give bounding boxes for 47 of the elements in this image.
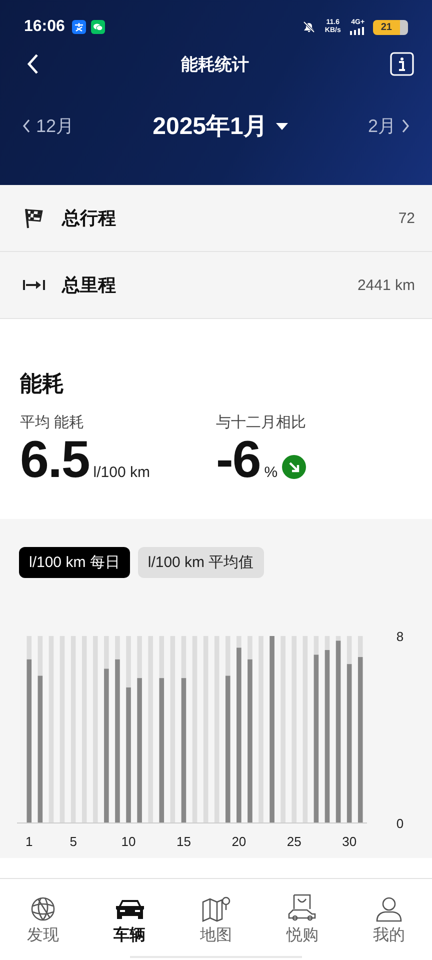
section-title: 能耗 (20, 370, 65, 398)
chevron-right-icon (400, 119, 410, 133)
average-unit: l/100 km (93, 464, 150, 481)
info-icon[interactable] (390, 52, 414, 76)
compare-value: -6 (216, 432, 260, 488)
back-icon[interactable] (26, 53, 40, 75)
app-icon (72, 20, 86, 34)
x-tick-label: 10 (121, 834, 136, 849)
nav-tab[interactable]: 发现 (8, 888, 78, 946)
previous-month-button[interactable]: 12月 (22, 114, 74, 138)
chevron-left-icon (22, 119, 31, 133)
x-tick-label: 15 (176, 834, 191, 849)
average-label: 平均 能耗 (20, 413, 86, 432)
person-icon (374, 894, 404, 922)
compare-label: 与十二月相比 (216, 413, 307, 432)
y-tick-label: 0 (396, 816, 404, 831)
summary-label: 总行程 (62, 207, 116, 230)
caret-down-icon (275, 121, 290, 131)
summary-label: 总里程 (62, 274, 116, 297)
nav-tab[interactable]: 我的 (354, 888, 424, 946)
next-month-button[interactable]: 2月 (368, 114, 410, 138)
summary-value: 72 (398, 210, 415, 226)
compare-unit: % (264, 464, 278, 481)
chat-app-icon (90, 20, 105, 34)
checkered-flag-icon (22, 206, 46, 230)
x-tick-label: 1 (26, 834, 33, 849)
nav-tab[interactable]: 悦购 (267, 888, 338, 946)
x-tick-label: 25 (286, 834, 302, 849)
chart-tab[interactable]: l/100 km 平均值 (138, 547, 264, 578)
page-title: 能耗统计 (180, 54, 250, 76)
mute-icon (302, 20, 316, 34)
x-tick-label: 5 (70, 834, 77, 849)
x-tick-label: 20 (232, 834, 246, 849)
signal-icon (350, 27, 366, 35)
globe-icon (29, 894, 58, 922)
summary-value: 2441 km (357, 276, 415, 294)
y-tick-label: 8 (396, 629, 404, 644)
nav-tab[interactable]: 地图 (180, 888, 251, 946)
battery-level: 21 (372, 20, 408, 34)
shopping-bag-car-icon (286, 892, 318, 922)
average-value: 6.5 (20, 432, 90, 488)
status-time: 16:06 (24, 18, 65, 36)
x-tick-label: 30 (342, 834, 357, 849)
chart-tab[interactable]: l/100 km 每日 (19, 547, 130, 578)
nav-tab[interactable]: 车辆 (94, 888, 165, 946)
month-selector[interactable]: 2025年1月 (152, 110, 290, 142)
map-pin-icon (200, 894, 232, 922)
